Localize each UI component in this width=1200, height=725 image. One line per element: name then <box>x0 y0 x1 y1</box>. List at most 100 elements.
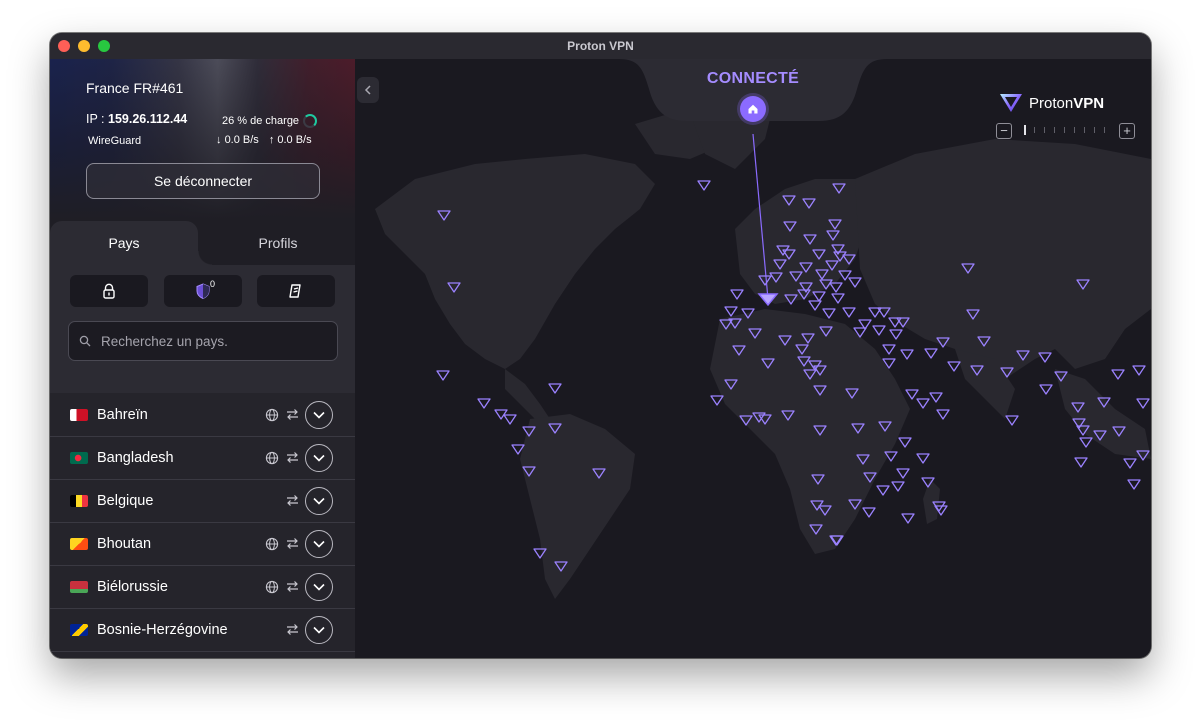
server-marker[interactable] <box>697 180 711 191</box>
zoom-tick <box>1054 127 1055 133</box>
search-input[interactable] <box>99 332 323 350</box>
server-marker[interactable] <box>477 398 491 409</box>
p2p-icon <box>289 284 301 298</box>
p2p-button[interactable] <box>257 275 335 307</box>
server-marker[interactable] <box>889 329 903 340</box>
server-marker[interactable] <box>724 306 738 317</box>
country-row[interactable]: Bosnie-Herzégovine <box>50 608 355 652</box>
p2p-swap-icon <box>287 452 298 463</box>
p2p-swap-icon <box>287 538 298 549</box>
server-marker[interactable] <box>929 392 943 403</box>
server-marker[interactable] <box>436 370 450 381</box>
chevron-down-icon <box>313 583 325 591</box>
zoom-out-button[interactable]: − <box>996 123 1012 139</box>
minimize-window-button[interactable] <box>78 40 90 52</box>
server-marker[interactable] <box>1127 479 1141 490</box>
server-marker[interactable] <box>710 395 724 406</box>
server-marker[interactable] <box>916 398 930 409</box>
lock-icon <box>103 283 115 299</box>
server-marker[interactable] <box>924 348 938 359</box>
tab-profiles[interactable]: Profils <box>208 221 348 265</box>
server-marker[interactable] <box>882 344 896 355</box>
tor-globe-icon <box>265 537 279 550</box>
connection-status: CONNECTÉ <box>706 70 800 87</box>
secure-core-button[interactable] <box>70 275 148 307</box>
expand-country-button[interactable] <box>305 400 333 429</box>
server-marker[interactable] <box>848 277 862 288</box>
country-list: Bahreïn Bangladesh Belgique Bhoutan Biélorus… <box>50 393 355 658</box>
maximize-window-button[interactable] <box>98 40 110 52</box>
server-marker[interactable] <box>1074 457 1088 468</box>
zoom-tick <box>1044 127 1045 133</box>
zoom-tick <box>1094 127 1095 133</box>
world-map[interactable]: CONNECTÉ ProtonVPN − + <box>355 59 1151 658</box>
server-marker[interactable] <box>898 437 912 448</box>
server-marker[interactable] <box>1079 437 1093 448</box>
country-row[interactable]: Belgique <box>50 479 355 523</box>
search-country-field[interactable] <box>68 321 338 361</box>
expand-country-button[interactable] <box>305 443 333 472</box>
zoom-slider[interactable] <box>1024 125 1105 135</box>
expand-country-button[interactable] <box>305 615 333 644</box>
chevron-down-icon <box>313 411 325 419</box>
server-marker[interactable] <box>1111 369 1125 380</box>
server-marker[interactable] <box>1132 365 1146 376</box>
proton-vpn-logo-icon <box>1000 94 1022 112</box>
window-controls <box>58 40 110 52</box>
server-marker[interactable] <box>891 481 905 492</box>
country-row[interactable]: Bhoutan <box>50 522 355 566</box>
window-title: Proton VPN <box>567 39 634 53</box>
server-marker[interactable] <box>1136 398 1150 409</box>
server-marker[interactable] <box>1005 415 1019 426</box>
expand-country-button[interactable] <box>305 529 333 558</box>
server-marker[interactable] <box>876 485 890 496</box>
server-marker[interactable] <box>503 414 517 425</box>
server-marker[interactable] <box>831 293 845 304</box>
brand-name-proton: Proton <box>1029 94 1074 112</box>
server-marker[interactable] <box>808 300 822 311</box>
country-row[interactable]: Bangladesh <box>50 436 355 480</box>
country-name: Bahreïn <box>97 406 148 423</box>
server-marker[interactable] <box>900 349 914 360</box>
server-marker[interactable] <box>548 383 562 394</box>
tor-globe-icon <box>265 580 279 593</box>
country-name: Bangladesh <box>97 449 174 466</box>
server-marker[interactable] <box>905 389 919 400</box>
netshield-button[interactable]: 0 <box>164 275 242 307</box>
server-marker[interactable] <box>916 453 930 464</box>
server-marker[interactable] <box>947 361 961 372</box>
server-marker[interactable] <box>872 325 886 336</box>
server-marker[interactable] <box>730 289 744 300</box>
server-marker[interactable] <box>842 307 856 318</box>
country-row[interactable]: Biélorussie <box>50 565 355 609</box>
server-marker[interactable] <box>936 409 950 420</box>
server-marker[interactable] <box>1123 458 1137 469</box>
expand-country-button[interactable] <box>305 572 333 601</box>
server-marker[interactable] <box>901 513 915 524</box>
sidebar: France FR#461 IP : 159.26.112.44 26 % de… <box>50 59 355 658</box>
country-row[interactable]: Bahreïn <box>50 393 355 437</box>
zoom-in-button[interactable]: + <box>1119 123 1135 139</box>
p2p-swap-icon <box>287 581 298 592</box>
tab-countries[interactable]: Pays <box>50 221 212 265</box>
arrow-down-icon: ↓ <box>216 134 222 146</box>
server-marker[interactable] <box>896 468 910 479</box>
disconnect-button[interactable]: Se déconnecter <box>86 163 320 199</box>
brand-name: ProtonVPN <box>1029 95 1104 112</box>
proton-vpn-logo: ProtonVPN <box>999 92 1104 114</box>
collapse-sidebar-button[interactable] <box>357 77 379 103</box>
server-marker[interactable] <box>822 308 836 319</box>
zoom-tick <box>1074 127 1075 133</box>
zoom-tick <box>1104 127 1105 133</box>
chevron-left-icon <box>364 85 371 95</box>
server-marker[interactable] <box>1039 384 1053 395</box>
close-window-button[interactable] <box>58 40 70 52</box>
ip-label: IP : <box>86 112 105 126</box>
ip-value: 159.26.112.44 <box>108 112 188 126</box>
chevron-down-icon <box>313 497 325 505</box>
country-row[interactable]: Brésil <box>50 651 355 658</box>
expand-country-button[interactable] <box>305 486 333 515</box>
server-marker[interactable] <box>862 507 876 518</box>
flag-belgium-icon <box>70 494 88 507</box>
zoom-knob[interactable] <box>1024 125 1026 135</box>
